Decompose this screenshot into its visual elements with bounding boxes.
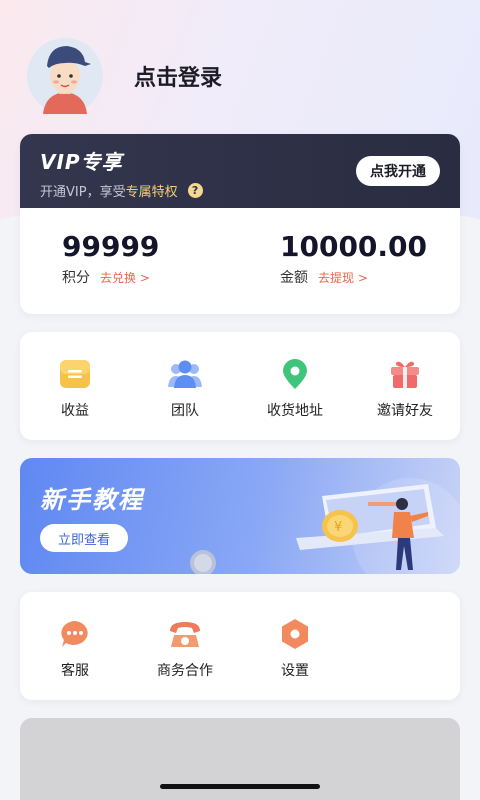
user-header: 点击登录	[20, 36, 222, 116]
points-label: 积分	[62, 270, 90, 286]
menu-item-team[interactable]: 团队	[130, 332, 240, 440]
vip-card: VIP专享 开通VIP，享受 专属特权 ? 点我开通 99999 积分 去兑换 …	[20, 134, 460, 314]
menu-item-settings[interactable]: 设置	[240, 592, 350, 700]
menu-item-customer-service[interactable]: 客服	[20, 592, 130, 700]
menu-item-invite[interactable]: 邀请好友	[350, 332, 460, 440]
menu-label-team: 团队	[171, 403, 199, 419]
laptop-illustration-icon: ¥	[296, 478, 460, 574]
menu-label-address: 收货地址	[267, 403, 323, 419]
menu-label-income: 收益	[61, 403, 89, 419]
svg-text:¥: ¥	[334, 520, 342, 535]
menu-item-address[interactable]: 收货地址	[240, 332, 350, 440]
quick-menu: 收益 团队 收货地址 邀请好友	[20, 332, 460, 440]
help-icon[interactable]: ?	[187, 183, 203, 198]
account-stats: 99999 积分 去兑换 > 10000.00 金额 去提现 >	[20, 208, 460, 314]
location-pin-icon	[278, 358, 312, 390]
team-icon	[168, 358, 202, 390]
chat-bubble-icon	[58, 618, 92, 650]
menu-label-customer-service: 客服	[61, 663, 89, 679]
menu-item-business[interactable]: 商务合作	[130, 592, 240, 700]
vip-subtitle-prefix: 开通VIP，享受	[40, 185, 126, 200]
settings-hexagon-icon	[278, 618, 312, 650]
points-value: 99999	[62, 230, 160, 263]
withdraw-link[interactable]: 去提现 >	[318, 269, 368, 286]
points-stat: 99999 积分 去兑换 >	[20, 208, 242, 314]
vip-banner: VIP专享 开通VIP，享受 专属特权 ? 点我开通	[20, 134, 460, 208]
menu-label-invite: 邀请好友	[377, 403, 433, 419]
menu-label-settings: 设置	[281, 663, 309, 679]
tutorial-banner[interactable]: 新手教程 立即查看 ¥	[20, 458, 460, 574]
open-vip-button[interactable]: 点我开通	[356, 156, 440, 186]
balance-label: 金额	[280, 270, 308, 286]
redeem-link[interactable]: 去兑换 >	[100, 269, 150, 286]
balance-stat: 10000.00 金额 去提现 >	[242, 208, 460, 314]
service-menu: 客服 商务合作 设置	[20, 592, 460, 700]
view-now-button[interactable]: 立即查看	[40, 524, 129, 552]
phone-icon	[168, 618, 202, 650]
login-link[interactable]: 点击登录	[134, 60, 222, 92]
home-indicator	[160, 784, 320, 789]
avatar[interactable]	[20, 36, 110, 116]
gift-icon	[388, 358, 422, 390]
balance-value: 10000.00	[280, 230, 428, 263]
avatar-icon	[27, 38, 103, 114]
vip-subtitle-highlight: 专属特权	[125, 185, 178, 200]
tutorial-title: 新手教程	[40, 486, 144, 514]
menu-item-income[interactable]: 收益	[20, 332, 130, 440]
income-icon	[58, 358, 92, 390]
coin-icon	[190, 550, 216, 574]
menu-label-business: 商务合作	[157, 663, 213, 679]
